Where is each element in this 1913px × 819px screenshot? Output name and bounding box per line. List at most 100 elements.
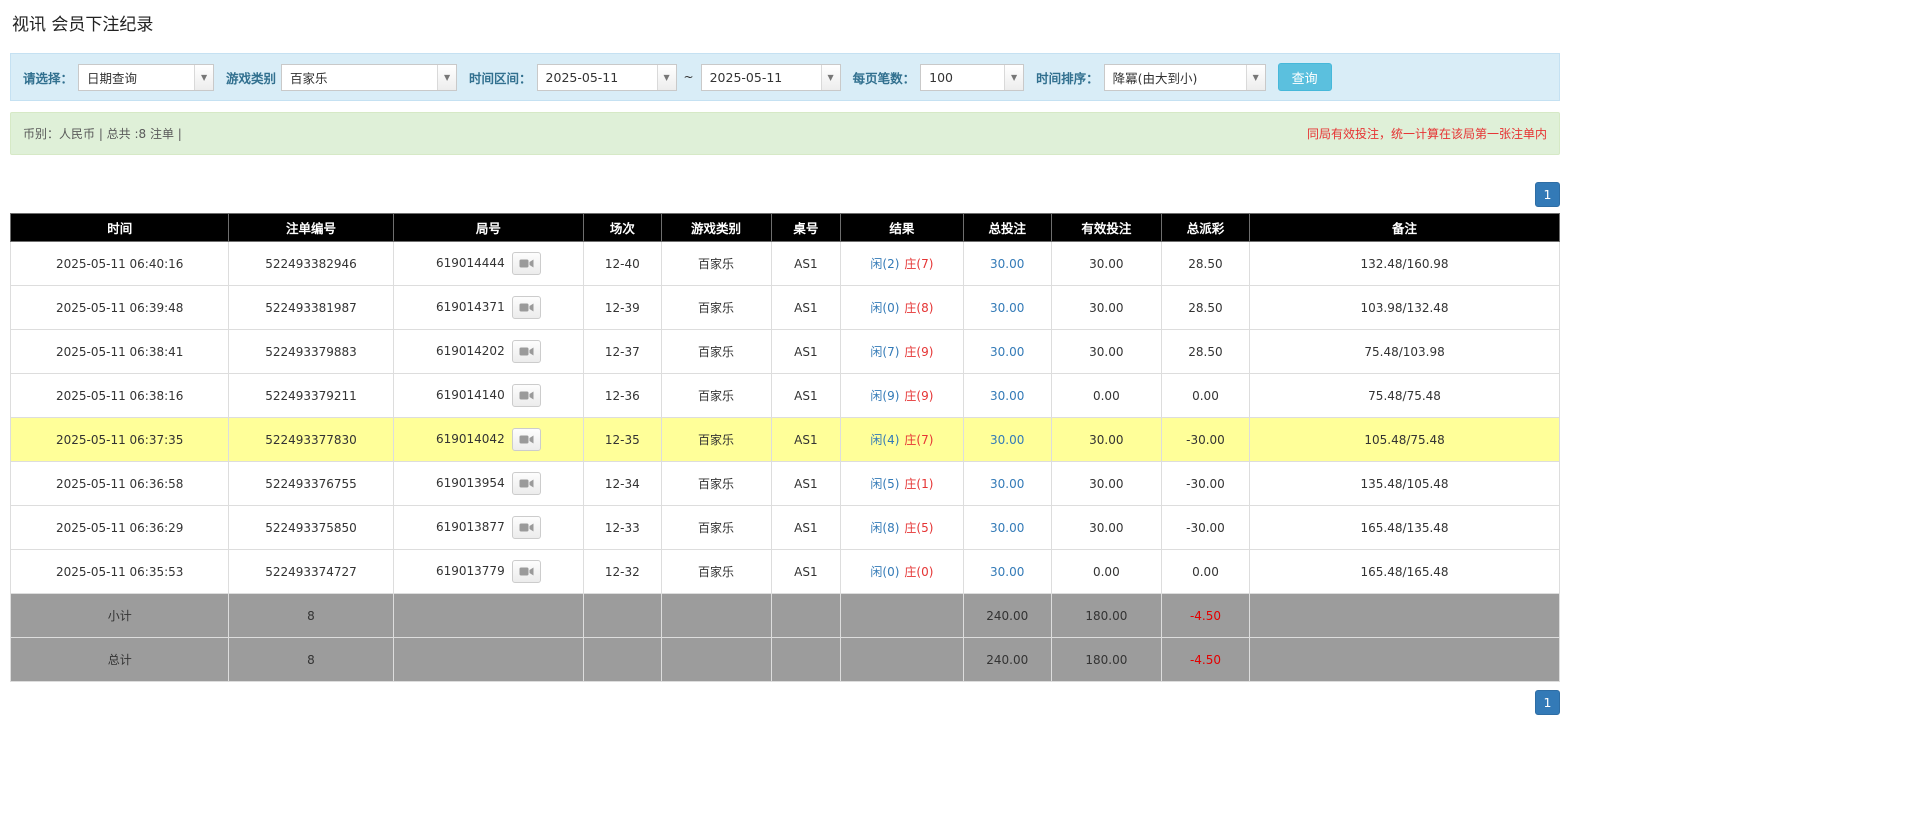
chevron-down-icon[interactable]: ▼ xyxy=(194,65,213,90)
time-cell: 2025-05-11 06:37:35 xyxy=(11,418,229,462)
result-cell: 闲(9)庄(9) xyxy=(841,374,963,418)
result-cell: 闲(2)庄(7) xyxy=(841,242,963,286)
chevron-down-icon[interactable]: ▼ xyxy=(1004,65,1023,90)
subtotal-valid-bet: 180.00 xyxy=(1051,594,1161,638)
game-type-select[interactable]: 百家乐 ▼ xyxy=(281,64,457,91)
page-size-select[interactable]: 100 ▼ xyxy=(920,64,1024,91)
video-camera-icon xyxy=(519,346,534,357)
table-row: 2025-05-11 06:40:16 522493382946 6190144… xyxy=(11,242,1560,286)
total-bet-link[interactable]: 30.00 xyxy=(990,389,1024,403)
table-no-cell: AS1 xyxy=(771,418,841,462)
time-range-label: 时间区间： xyxy=(469,68,532,87)
column-header: 备注 xyxy=(1250,214,1560,242)
total-bet-link[interactable]: 30.00 xyxy=(990,565,1024,579)
round-id-value: 619014202 xyxy=(436,344,505,358)
result-cell: 闲(7)庄(9) xyxy=(841,330,963,374)
query-type-select[interactable]: 日期查询 ▼ xyxy=(78,64,214,91)
camera-button[interactable] xyxy=(512,296,541,319)
result-banker: 庄(8) xyxy=(904,301,933,315)
camera-button[interactable] xyxy=(512,384,541,407)
valid-bet-cell: 30.00 xyxy=(1051,506,1161,550)
valid-bet-cell: 30.00 xyxy=(1051,418,1161,462)
total-bet-cell: 30.00 xyxy=(963,462,1051,506)
chevron-down-icon[interactable]: ▼ xyxy=(437,65,456,90)
table-no-cell: AS1 xyxy=(771,330,841,374)
payout-cell: 0.00 xyxy=(1161,374,1249,418)
payout-cell: 28.50 xyxy=(1161,242,1249,286)
camera-button[interactable] xyxy=(512,252,541,275)
payout-cell: -30.00 xyxy=(1161,418,1249,462)
game-type-label: 游戏类别 xyxy=(226,68,276,87)
session-cell: 12-35 xyxy=(584,418,661,462)
page-size-value: 100 xyxy=(921,65,1004,90)
result-banker: 庄(9) xyxy=(904,345,933,359)
column-header: 总投注 xyxy=(963,214,1051,242)
bet-id-cell: 522493374727 xyxy=(229,550,393,594)
page-button-1[interactable]: 1 xyxy=(1535,690,1560,715)
remark-cell: 105.48/75.48 xyxy=(1250,418,1560,462)
bet-records-table: 时间注单编号局号场次游戏类别桌号结果总投注有效投注总派彩备注 2025-05-1… xyxy=(10,213,1560,682)
subtotal-count: 8 xyxy=(229,594,393,638)
total-bet-link[interactable]: 30.00 xyxy=(990,521,1024,535)
subtotal-payout: -4.50 xyxy=(1161,594,1249,638)
column-header: 局号 xyxy=(393,214,584,242)
date-from-input[interactable]: 2025-05-11 ▼ xyxy=(537,64,677,91)
summary-info-bar: 币别：人民币 | 总共 :8 注单 | 同局有效投注，统一计算在该局第一张注单内 xyxy=(10,112,1560,155)
remark-cell: 165.48/165.48 xyxy=(1250,550,1560,594)
camera-button[interactable] xyxy=(512,340,541,363)
camera-button[interactable] xyxy=(512,472,541,495)
total-count: 8 xyxy=(229,638,393,682)
game-type-cell: 百家乐 xyxy=(661,462,771,506)
total-bet-cell: 30.00 xyxy=(963,550,1051,594)
camera-button[interactable] xyxy=(512,428,541,451)
round-id-value: 619014444 xyxy=(436,256,505,270)
result-player: 闲(4) xyxy=(870,433,899,447)
total-bet-link[interactable]: 30.00 xyxy=(990,477,1024,491)
chevron-down-icon[interactable]: ▼ xyxy=(657,65,676,90)
total-bet-link[interactable]: 30.00 xyxy=(990,257,1024,271)
table-no-cell: AS1 xyxy=(771,286,841,330)
table-row: 2025-05-11 06:36:58 522493376755 6190139… xyxy=(11,462,1560,506)
round-id-value: 619013954 xyxy=(436,476,505,490)
search-button[interactable]: 查询 xyxy=(1278,63,1332,91)
chevron-down-icon[interactable]: ▼ xyxy=(821,65,840,90)
total-bet-cell: 30.00 xyxy=(963,506,1051,550)
session-cell: 12-39 xyxy=(584,286,661,330)
camera-button[interactable] xyxy=(512,560,541,583)
result-player: 闲(5) xyxy=(870,477,899,491)
total-bet-link[interactable]: 30.00 xyxy=(990,301,1024,315)
total-bet-link[interactable]: 30.00 xyxy=(990,433,1024,447)
total-bet-link[interactable]: 30.00 xyxy=(990,345,1024,359)
video-camera-icon xyxy=(519,390,534,401)
chevron-down-icon[interactable]: ▼ xyxy=(1246,65,1265,90)
sort-order-select[interactable]: 降冪(由大到小) ▼ xyxy=(1104,64,1266,91)
page-button-1[interactable]: 1 xyxy=(1535,182,1560,207)
sort-order-label: 时间排序： xyxy=(1036,68,1099,87)
result-banker: 庄(7) xyxy=(904,257,933,271)
table-body: 2025-05-11 06:40:16 522493382946 6190144… xyxy=(11,242,1560,594)
valid-bet-cell: 0.00 xyxy=(1051,550,1161,594)
camera-button[interactable] xyxy=(512,516,541,539)
session-cell: 12-40 xyxy=(584,242,661,286)
bet-id-cell: 522493376755 xyxy=(229,462,393,506)
round-id-cell: 619014202 xyxy=(393,330,584,374)
subtotal-total-bet: 240.00 xyxy=(963,594,1051,638)
result-player: 闲(8) xyxy=(870,521,899,535)
video-camera-icon xyxy=(519,478,534,489)
date-to-input[interactable]: 2025-05-11 ▼ xyxy=(701,64,841,91)
result-banker: 庄(5) xyxy=(904,521,933,535)
remark-cell: 135.48/105.48 xyxy=(1250,462,1560,506)
table-summary: 小计 8 240.00 180.00 -4.50 总计 8 2 xyxy=(11,594,1560,682)
round-id-cell: 619014371 xyxy=(393,286,584,330)
table-no-cell: AS1 xyxy=(771,374,841,418)
payout-cell: -30.00 xyxy=(1161,506,1249,550)
sort-order-value: 降冪(由大到小) xyxy=(1105,65,1246,90)
valid-bet-cell: 30.00 xyxy=(1051,462,1161,506)
total-total-bet: 240.00 xyxy=(963,638,1051,682)
query-type-label: 请选择： xyxy=(23,68,73,87)
remark-cell: 165.48/135.48 xyxy=(1250,506,1560,550)
game-type-value: 百家乐 xyxy=(282,65,437,90)
bet-id-cell: 522493381987 xyxy=(229,286,393,330)
subtotal-label: 小计 xyxy=(11,594,229,638)
session-cell: 12-37 xyxy=(584,330,661,374)
